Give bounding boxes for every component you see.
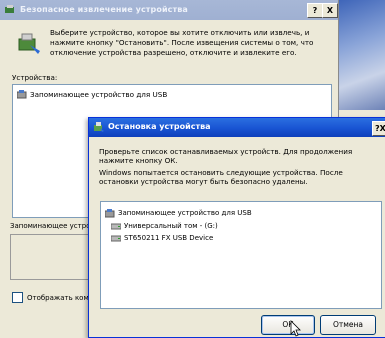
device-label: Универсальный том - (G:) [124, 222, 218, 230]
list-item[interactable]: Запоминающее устройство для USB [17, 89, 167, 100]
show-components-option[interactable]: Отображать компоненты устройства [12, 292, 90, 303]
cancel-button[interactable]: Отмена [320, 315, 376, 335]
stop-device-warning: Windows попытается остановить следующие … [99, 168, 343, 186]
mouse-cursor-icon [290, 320, 301, 337]
list-item: Запоминающее устройство для USB [105, 208, 252, 218]
device-description-label: Запоминающее устройство для USB [10, 222, 90, 230]
device-label: Запоминающее устройство для USB [30, 90, 168, 99]
show-components-checkbox[interactable] [12, 292, 23, 303]
stop-device-title: Остановка устройства [108, 122, 211, 131]
stop-device-dialog: Остановка устройства ?X Проверьте список… [88, 117, 385, 338]
devices-label: Устройства: [12, 73, 58, 82]
safe-removal-title: Безопасное извлечение устройства [20, 5, 188, 14]
usb-device-icon [17, 90, 27, 99]
safe-removal-instructions: Выберите устройство, которое вы хотите о… [50, 28, 314, 57]
close-button[interactable]: X [322, 3, 338, 18]
drive-icon [111, 223, 121, 230]
show-components-label: Отображать компоненты устройства [27, 293, 90, 302]
device-label: Запоминающее устройство для USB [118, 209, 252, 217]
device-label: ST650211 FX USB Device [124, 234, 214, 242]
device-details-panel [10, 234, 92, 280]
help-button[interactable]: ?X [372, 121, 385, 136]
drive-icon [111, 235, 121, 242]
stop-device-instructions: Проверьте список останавливаемых устройс… [99, 147, 353, 165]
hardware-icon [5, 5, 14, 13]
safe-removal-icon [18, 33, 40, 54]
devices-to-stop-list: Запоминающее устройство для USB Универса… [100, 201, 382, 309]
help-button[interactable]: ? [307, 3, 323, 18]
ok-button[interactable]: ОК [261, 315, 315, 335]
hardware-icon [94, 122, 104, 132]
list-item: ST650211 FX USB Device [111, 233, 213, 243]
safe-removal-title-bar[interactable]: Безопасное извлечение устройства ? X [0, 0, 338, 20]
usb-device-icon [105, 208, 115, 217]
stop-device-title-bar[interactable]: Остановка устройства ?X [89, 118, 385, 137]
list-item: Универсальный том - (G:) [111, 221, 218, 231]
desktop-background [335, 0, 385, 110]
